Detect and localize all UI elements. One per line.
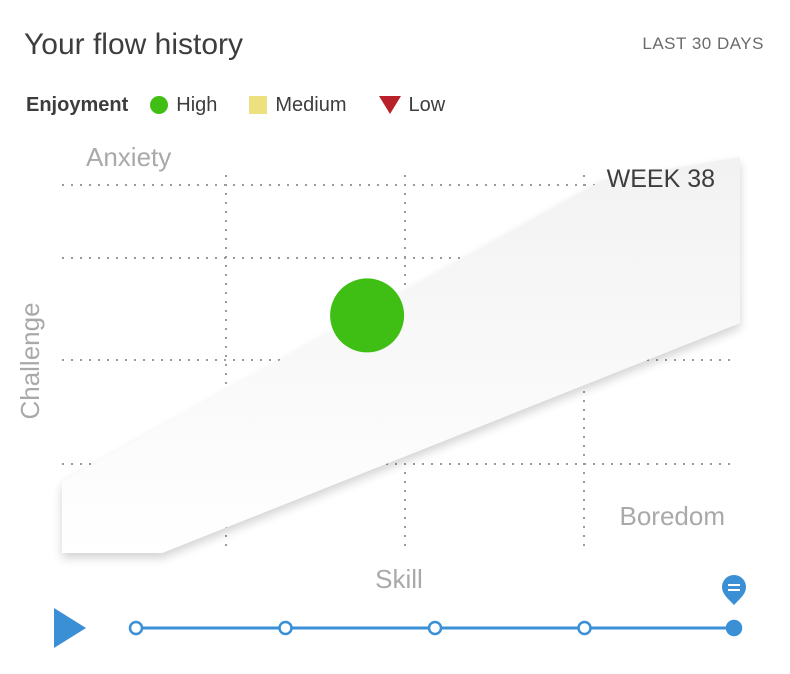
legend-item-label: Medium — [275, 93, 347, 116]
timeline-stop[interactable] — [577, 620, 592, 636]
data-point-high[interactable] — [330, 278, 405, 353]
legend-title: Enjoyment — [26, 93, 129, 116]
legend-item-low: Low — [378, 93, 446, 117]
high-circle-icon — [150, 96, 169, 114]
legend: Enjoyment High Medium Low — [26, 92, 477, 118]
legend-item-medium: Medium — [249, 93, 347, 117]
y-axis-label: Challenge — [15, 302, 45, 419]
zone-label-boredom: Boredom — [620, 501, 726, 531]
date-range-label[interactable]: LAST 30 DAYS — [642, 34, 764, 54]
data-points — [330, 278, 405, 353]
timeline-stop[interactable] — [427, 620, 443, 636]
timeline-stop[interactable] — [278, 620, 293, 636]
map-pin-icon — [722, 575, 746, 605]
week-label: WEEK 38 — [607, 165, 715, 193]
low-triangle-icon — [378, 96, 401, 114]
legend-item-high: High — [150, 94, 217, 117]
play-icon[interactable] — [54, 608, 86, 648]
timeline-stop[interactable] — [128, 620, 144, 636]
legend-item-label: High — [176, 93, 218, 116]
zone-label-anxiety: Anxiety — [86, 142, 171, 172]
timeline — [54, 575, 746, 648]
timeline-stop-selected[interactable] — [725, 619, 743, 637]
flow-channel — [62, 157, 740, 553]
page-title: Your flow history — [24, 28, 243, 61]
flow-chart: Anxiety Boredom WEEK 38 Skill Challenge — [15, 142, 740, 594]
legend-item-label: Low — [408, 93, 446, 116]
medium-square-icon — [249, 96, 268, 114]
